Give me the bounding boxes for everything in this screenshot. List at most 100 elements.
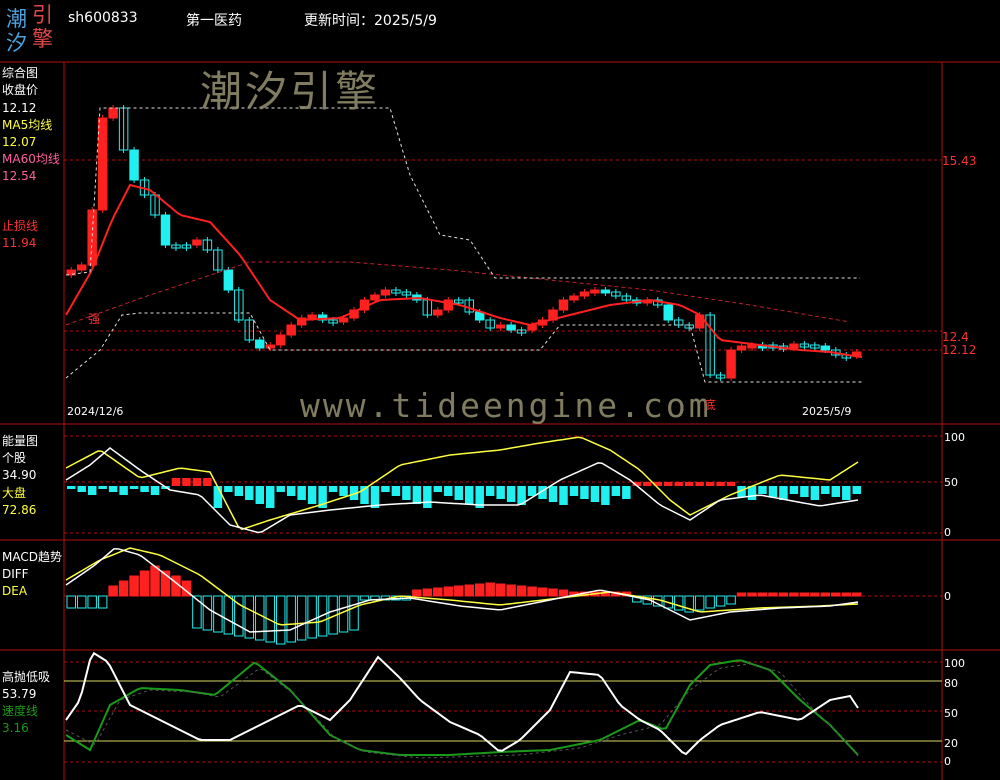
energy-bar: [580, 486, 589, 499]
osc-value: 53.79: [2, 687, 37, 701]
macd-bar: [810, 592, 820, 597]
ma5-value: 12.07: [2, 135, 37, 149]
candle-body: [87, 209, 97, 266]
energy-bar: [684, 482, 694, 486]
candle-body: [370, 294, 380, 301]
macd-bar: [778, 592, 789, 597]
ma60-value: 12.54: [2, 169, 37, 183]
candle-body: [495, 324, 506, 329]
energy-bar: [674, 482, 683, 486]
macd-bar: [286, 595, 296, 643]
candle-body: [663, 304, 673, 321]
osc-panel-title: 高抛低吸: [2, 670, 51, 684]
candle-body: [726, 349, 736, 379]
candle-body: [97, 117, 108, 211]
macd-bar: [841, 592, 852, 597]
macd-bar: [97, 595, 108, 609]
energy-bar: [758, 486, 767, 494]
macd-dea-label: DEA: [2, 584, 28, 598]
energy-bar: [611, 486, 621, 496]
energy-bar: [234, 486, 244, 496]
macd-bar: [129, 575, 139, 597]
macd-bar: [454, 585, 464, 597]
candle-body: [192, 239, 202, 246]
macd-bar: [747, 592, 757, 597]
energy-bar: [643, 482, 652, 486]
macd-bar: [673, 595, 684, 611]
ma60-line: [65, 261, 851, 326]
energy-market-label: 大盘: [2, 486, 27, 500]
watermark-cn: 潮汐引擎: [200, 67, 381, 116]
osc-speed-value: 3.16: [2, 721, 29, 735]
energy-bar: [842, 486, 851, 500]
candle-body: [600, 289, 611, 294]
date-start: 2024/12/6: [67, 405, 124, 418]
energy-tick-50: 50: [944, 476, 958, 489]
candle-body: [108, 107, 118, 119]
energy-bar: [601, 486, 610, 505]
macd-bar: [139, 570, 150, 597]
macd-bar: [474, 583, 485, 597]
energy-bar: [108, 486, 118, 492]
macd-bar: [548, 588, 558, 597]
macd-bar: [275, 595, 286, 645]
macd-bar: [223, 595, 234, 635]
candle-body: [506, 324, 516, 331]
stoploss-label: 止损线: [2, 219, 39, 233]
candle-body: [569, 295, 579, 301]
macd-bar: [255, 595, 265, 641]
energy-bar: [454, 486, 463, 500]
macd-bar: [118, 580, 129, 597]
energy-bar: [664, 482, 673, 486]
macd-panel-title: MACD趋势: [2, 550, 62, 564]
macd-bar: [506, 584, 516, 597]
energy-bar: [286, 486, 296, 496]
macd-bar: [820, 592, 831, 597]
macd-bar: [192, 595, 202, 629]
macd-bar: [464, 584, 474, 597]
candle-body: [558, 299, 569, 311]
energy-bar: [433, 486, 443, 492]
energy-bar: [831, 486, 841, 497]
macd-bar: [537, 587, 548, 597]
close-label: 收盘价: [2, 83, 39, 97]
energy-bar: [328, 486, 338, 492]
ma5-label: MA5均线: [2, 118, 53, 132]
osc-speed-label: 速度线: [2, 704, 39, 718]
energy-bar: [465, 486, 474, 504]
candle-body: [76, 264, 87, 271]
macd-bar: [150, 565, 160, 597]
macd-bar: [757, 592, 768, 597]
osc-tick-20: 20: [944, 737, 958, 750]
energy-stock-value: 34.90: [2, 468, 37, 482]
candle-body: [789, 343, 799, 349]
energy-bar: [506, 486, 516, 502]
macd-diff-label: DIFF: [2, 567, 29, 581]
macd-bar: [768, 592, 778, 597]
macd-bar: [296, 595, 307, 641]
macd-bar: [202, 595, 213, 631]
macd-bar: [527, 586, 537, 597]
macd-bar: [852, 592, 862, 597]
candle-body: [579, 291, 590, 297]
energy-stock-label: 个股: [2, 451, 27, 465]
energy-bar: [297, 486, 306, 500]
candle-body: [275, 334, 286, 346]
energy-bar: [705, 482, 715, 486]
energy-bar: [527, 486, 537, 496]
macd-bar: [76, 595, 87, 609]
osc-tick-100: 100: [944, 657, 965, 670]
macd-bar: [359, 595, 370, 601]
macd-bar: [736, 592, 747, 597]
energy-bar: [444, 486, 453, 496]
energy-bar: [768, 486, 778, 497]
macd-bar: [705, 595, 715, 609]
price-level-15-43: 15.43: [942, 154, 977, 168]
candle-body: [380, 289, 391, 296]
ma60-label: MA60均线: [2, 152, 60, 166]
candle-body: [255, 339, 265, 349]
energy-bar: [496, 486, 505, 499]
energy-bar: [391, 486, 401, 496]
macd-bar: [516, 585, 527, 597]
energy-bar: [98, 486, 107, 489]
